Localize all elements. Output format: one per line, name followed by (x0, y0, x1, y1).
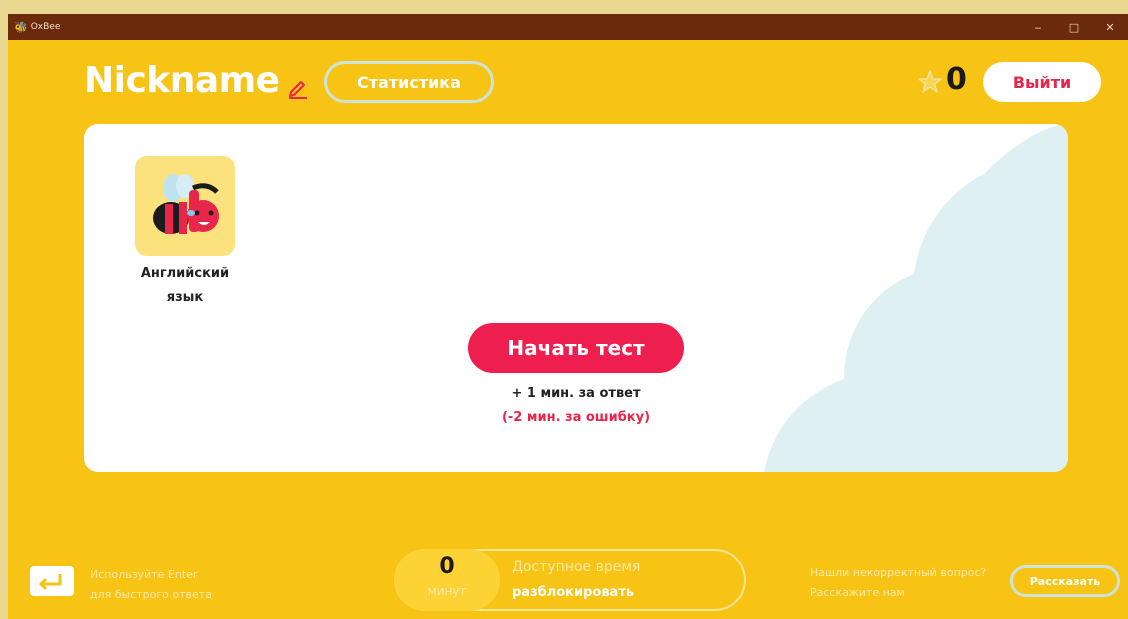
enter-key-icon (30, 566, 74, 596)
course-label-line1: Английский (140, 266, 230, 281)
score-value: 0 (946, 62, 967, 97)
enter-hint-line1: Используйте Enter (90, 568, 198, 581)
available-time-title: Доступное время (512, 559, 641, 575)
course-english[interactable]: Английский язык (130, 156, 240, 310)
report-line1: Нашли некорректный вопрос? (810, 566, 987, 579)
bee-mascot-icon (153, 174, 219, 234)
course-label: Английский язык (130, 262, 240, 310)
logout-button[interactable]: Выйти (983, 62, 1101, 102)
close-button[interactable]: ✕ (1092, 14, 1128, 40)
main-card: Английский язык Начать тест + 1 мин. за … (84, 124, 1068, 472)
enter-hint: Используйте Enter для быстрого ответа (90, 565, 212, 605)
enter-hint-line2: для быстрого ответа (90, 588, 212, 601)
time-unit: минут (427, 584, 467, 598)
report-line2: Расскажите нам (810, 586, 905, 599)
penalty-text: (-2 мин. за ошибку) (501, 410, 651, 425)
bonus-text: + 1 мин. за ответ (511, 386, 641, 401)
report-button[interactable]: Рассказать (1010, 565, 1120, 597)
report-prompt: Нашли некорректный вопрос? Расскажите на… (810, 563, 986, 603)
window-controls: ‒ □ ✕ (1020, 14, 1128, 40)
pencil-icon[interactable] (287, 77, 309, 99)
window-top-edge (0, 0, 1128, 14)
maximize-button[interactable]: □ (1056, 14, 1092, 40)
title-bar: 🐝 OxBee ‒ □ ✕ (8, 14, 1128, 40)
nickname-title: Nickname (84, 60, 280, 101)
course-label-line2: язык (166, 290, 204, 305)
english-course-icon (135, 156, 235, 256)
star-icon (918, 70, 942, 93)
unlock-link[interactable]: разблокировать (512, 585, 634, 600)
minimize-button[interactable]: ‒ (1020, 14, 1056, 40)
bee-icon: 🐝 (14, 20, 28, 34)
start-test-button[interactable]: Начать тест (468, 323, 684, 373)
window-title: OxBee (30, 22, 61, 32)
time-value: 0 (439, 554, 455, 579)
window-left-edge (0, 0, 8, 619)
statistics-button[interactable]: Статистика (324, 61, 494, 103)
